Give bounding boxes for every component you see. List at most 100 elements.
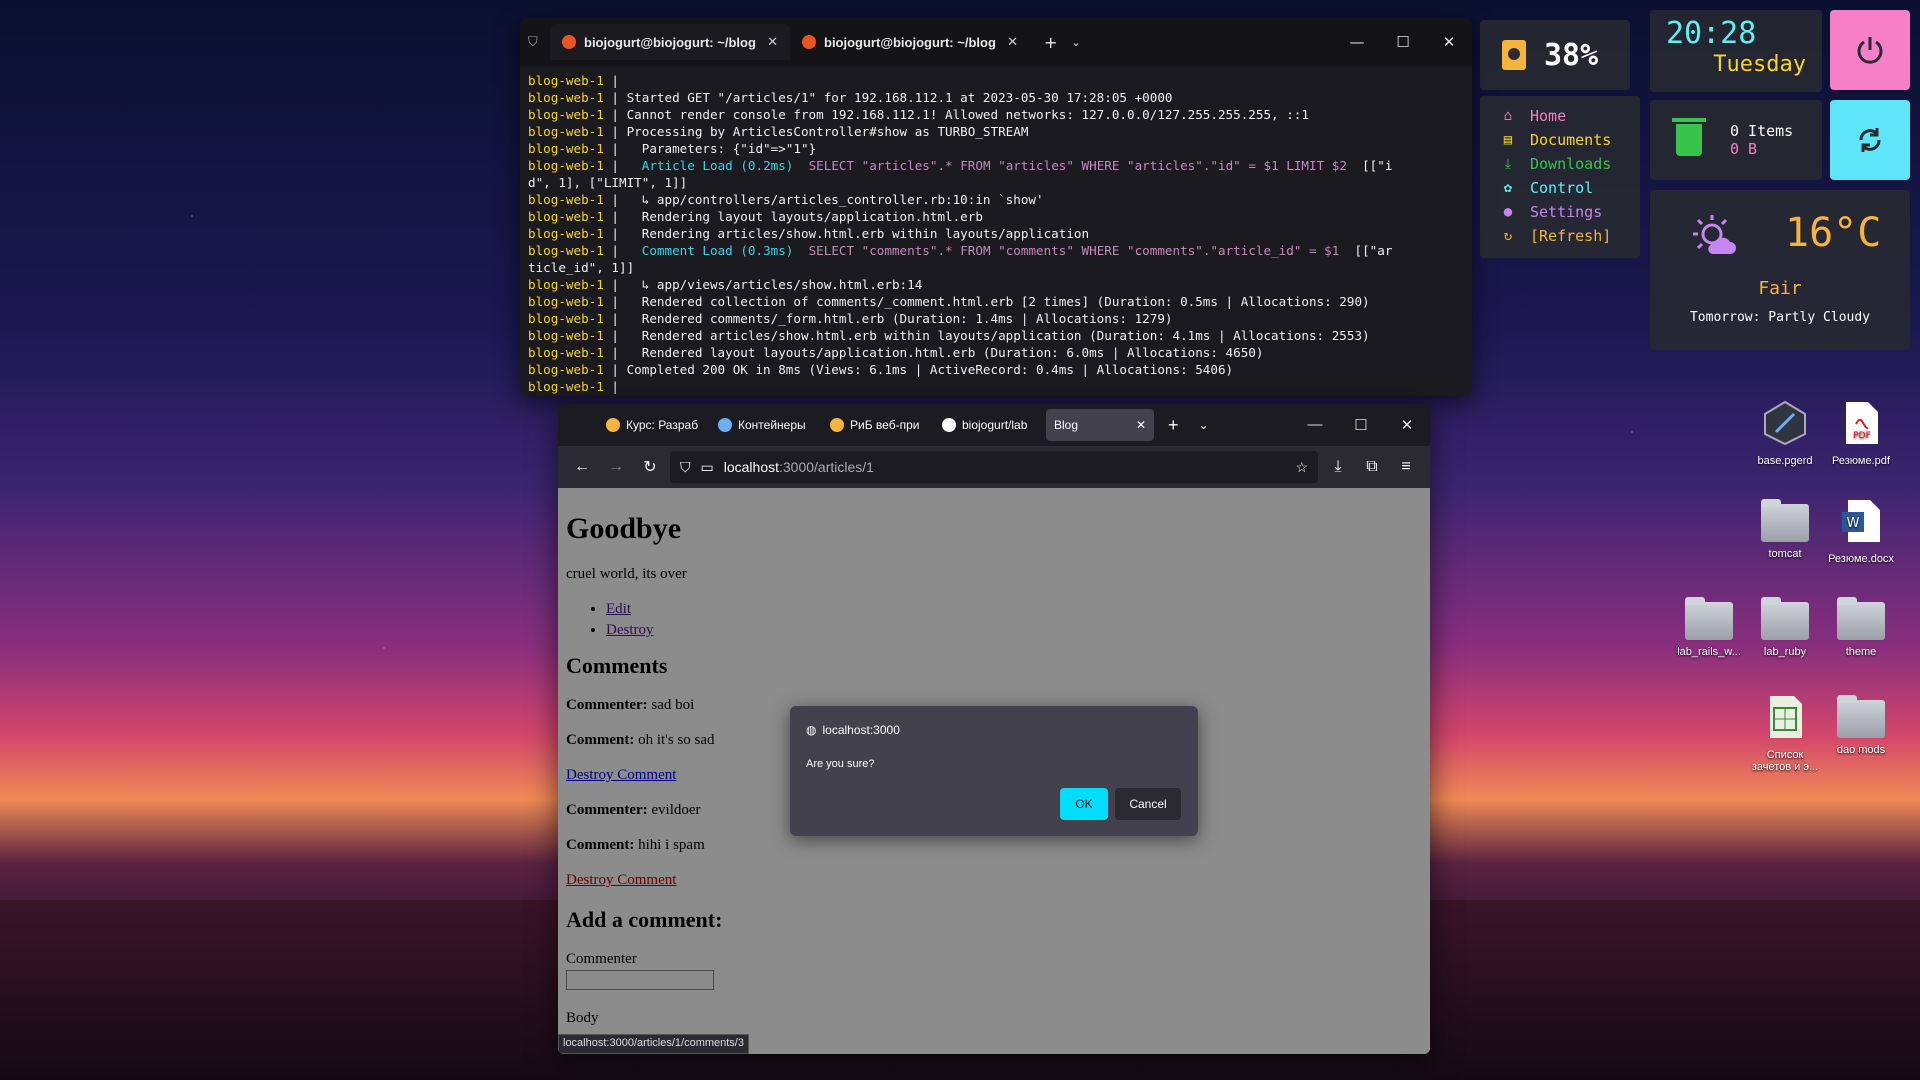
terminal-line: blog-web-1 | xyxy=(528,73,619,88)
terminal-line: blog-web-1 | ↳ app/controllers/articles_… xyxy=(528,192,1044,207)
power-button[interactable] xyxy=(1830,10,1910,90)
minimize-button[interactable]: — xyxy=(1292,416,1338,434)
dialog-origin: ◍ localhost:3000 xyxy=(806,723,900,737)
desktop-icon-label: Резюме.pdf xyxy=(1832,455,1890,467)
battery-widget: 38% xyxy=(1480,20,1630,90)
browser-tab-github[interactable]: biojogurt/lab xyxy=(934,409,1046,441)
desktop-icon-lab-ruby[interactable]: lab_ruby xyxy=(1746,596,1824,658)
trash-items: 0 Items xyxy=(1730,122,1794,140)
browser-tab-blog[interactable]: Blog ✕ xyxy=(1046,409,1154,441)
spreadsheet-file-icon xyxy=(1770,696,1802,738)
folder-icon xyxy=(1761,597,1809,640)
folder-icon: ▤ xyxy=(1503,132,1513,148)
power-icon xyxy=(1857,37,1883,64)
desktop-icon-resume-docx[interactable]: W Резюме.docx xyxy=(1822,498,1900,565)
download-icon[interactable]: ⤓ xyxy=(1324,458,1352,476)
terminal-line: blog-web-1 | Comment Load (0.3ms) SELECT… xyxy=(528,243,1393,258)
refresh-button[interactable] xyxy=(1830,100,1910,180)
dialog-message: Are you sure? xyxy=(806,758,875,770)
desktop-icon-label: tomcat xyxy=(1768,548,1802,560)
back-arrow-icon[interactable]: ← xyxy=(568,458,596,476)
desktop-icon-theme[interactable]: theme xyxy=(1822,596,1900,658)
trash-widget[interactable]: 0 Items 0 B xyxy=(1650,100,1822,180)
desktop-icon-label: lab_rails_w... xyxy=(1677,646,1741,658)
globe-icon: ◍ xyxy=(806,723,817,737)
menu-item-refresh[interactable]: ↻ [Refresh] xyxy=(1500,224,1620,248)
menu-item-home[interactable]: ⌂ Home xyxy=(1500,104,1620,128)
browser-toolbar: ← → ↻ ⛉ ▭ localhost:3000/articles/1 ☆ ⤓ … xyxy=(558,446,1430,488)
confirm-dialog: ◍ localhost:3000 Are you sure? OK Cancel xyxy=(790,706,1198,836)
drop-icon: ● xyxy=(1503,204,1513,220)
clock-day: Tuesday xyxy=(1713,52,1806,77)
tab-label: Курс: Разраб xyxy=(626,418,699,432)
weather-condition: Fair xyxy=(1758,278,1802,299)
menu-item-documents[interactable]: ▤ Documents xyxy=(1500,128,1620,152)
new-tab-button[interactable]: + xyxy=(1168,415,1179,436)
extensions-icon[interactable]: ⧉ xyxy=(1358,458,1386,476)
maximize-button[interactable]: ☐ xyxy=(1380,33,1426,51)
browser-tab-rib[interactable]: РиБ веб-при xyxy=(822,409,934,441)
chevron-down-icon[interactable]: ⌄ xyxy=(1071,36,1080,49)
desktop-icon-spisok[interactable]: Список зачетов и э... xyxy=(1746,694,1824,773)
terminal-output[interactable]: blog-web-1 | blog-web-1 | Started GET "/a… xyxy=(520,66,1472,396)
maximize-button[interactable]: ☐ xyxy=(1338,416,1384,434)
home-icon: ⌂ xyxy=(1503,108,1513,124)
minimize-button[interactable]: — xyxy=(1334,33,1380,51)
trash-size: 0 B xyxy=(1730,140,1758,158)
shield-icon: ⛉ xyxy=(528,34,538,50)
ok-button[interactable]: OK xyxy=(1060,788,1108,820)
cancel-button[interactable]: Cancel xyxy=(1115,788,1181,820)
clock-time: 20:28 xyxy=(1666,16,1757,51)
close-button[interactable]: ✕ xyxy=(1384,416,1430,434)
svg-text:W: W xyxy=(1847,516,1860,531)
browser-window[interactable]: Курс: Разраб Контейнеры РиБ веб-при bioj… xyxy=(558,404,1430,1054)
folder-icon xyxy=(1685,597,1733,640)
refresh-icon xyxy=(1859,128,1881,152)
desktop-icon-label: theme xyxy=(1845,646,1877,658)
menu-item-label: [Refresh] xyxy=(1530,227,1612,245)
terminal-line: blog-web-1 | Started GET "/articles/1" f… xyxy=(528,90,1173,105)
forward-arrow-icon[interactable]: → xyxy=(602,458,630,476)
menu-item-control[interactable]: ✿ Control xyxy=(1500,176,1620,200)
folder-icon xyxy=(1837,695,1885,738)
desktop-icon-base-pgerd[interactable]: base.pgerd xyxy=(1746,400,1824,467)
desktop-icon-lab-rails[interactable]: lab_rails_w... xyxy=(1670,596,1748,658)
status-bar-url: localhost:3000/articles/1/comments/3 xyxy=(558,1034,749,1054)
terminal-tab-1[interactable]: biojogurt@biojogurt: ~/blog ✕ xyxy=(550,24,790,60)
close-icon[interactable]: ✕ xyxy=(1136,418,1146,432)
desktop-icon-resume-pdf[interactable]: PDF Резюме.pdf xyxy=(1822,400,1900,467)
menu-item-label: Documents xyxy=(1530,131,1612,149)
terminal-line: d", 1], ["LIMIT", 1]] xyxy=(528,175,688,190)
browser-tab-kurs[interactable]: Курс: Разраб xyxy=(598,409,710,441)
desktop-icon-dao-mods[interactable]: dao mods xyxy=(1822,694,1900,756)
word-file-icon: W xyxy=(1842,500,1880,542)
close-button[interactable]: ✕ xyxy=(1426,33,1472,51)
reload-icon[interactable]: ↻ xyxy=(636,457,664,477)
new-tab-button[interactable]: + xyxy=(1044,33,1057,52)
ubuntu-icon xyxy=(802,35,816,49)
url-bar[interactable]: ⛉ ▭ localhost:3000/articles/1 ☆ xyxy=(670,451,1318,483)
chevron-down-icon[interactable]: ⌄ xyxy=(1199,418,1209,432)
dialog-origin-text: localhost:3000 xyxy=(822,723,900,737)
gear-icon: ✿ xyxy=(1503,180,1513,196)
desktop-icon-label: Резюме.docx xyxy=(1828,553,1894,565)
shield-icon[interactable]: ⛉ xyxy=(680,459,691,476)
menu-item-downloads[interactable]: ⤓ Downloads xyxy=(1500,152,1620,176)
terminal-tab-title: biojogurt@biojogurt: ~/blog xyxy=(584,34,756,50)
terminal-tab-2[interactable]: biojogurt@biojogurt: ~/blog ✕ xyxy=(790,24,1030,60)
weather-widget: 16°C Fair Tomorrow: Partly Cloudy xyxy=(1650,190,1910,350)
menu-item-settings[interactable]: ● Settings xyxy=(1500,200,1620,224)
menu-item-label: Downloads xyxy=(1530,155,1612,173)
tab-label: Blog xyxy=(1054,418,1079,432)
terminal-line: blog-web-1 | xyxy=(528,379,619,394)
bookmark-star-icon[interactable]: ☆ xyxy=(1295,459,1308,476)
download-icon: ⤓ xyxy=(1504,156,1512,172)
menu-icon[interactable]: ≡ xyxy=(1392,458,1420,476)
desktop-icon-tomcat[interactable]: tomcat xyxy=(1746,498,1824,560)
close-icon[interactable]: ✕ xyxy=(1007,34,1018,50)
close-icon[interactable]: ✕ xyxy=(767,34,778,50)
terminal-line: blog-web-1 | Completed 200 OK in 8ms (Vi… xyxy=(528,362,1234,377)
refresh-icon: ↻ xyxy=(1503,228,1513,244)
browser-tab-containers[interactable]: Контейнеры xyxy=(710,409,822,441)
terminal-window[interactable]: ⛉ biojogurt@biojogurt: ~/blog ✕ biojogur… xyxy=(520,18,1472,396)
